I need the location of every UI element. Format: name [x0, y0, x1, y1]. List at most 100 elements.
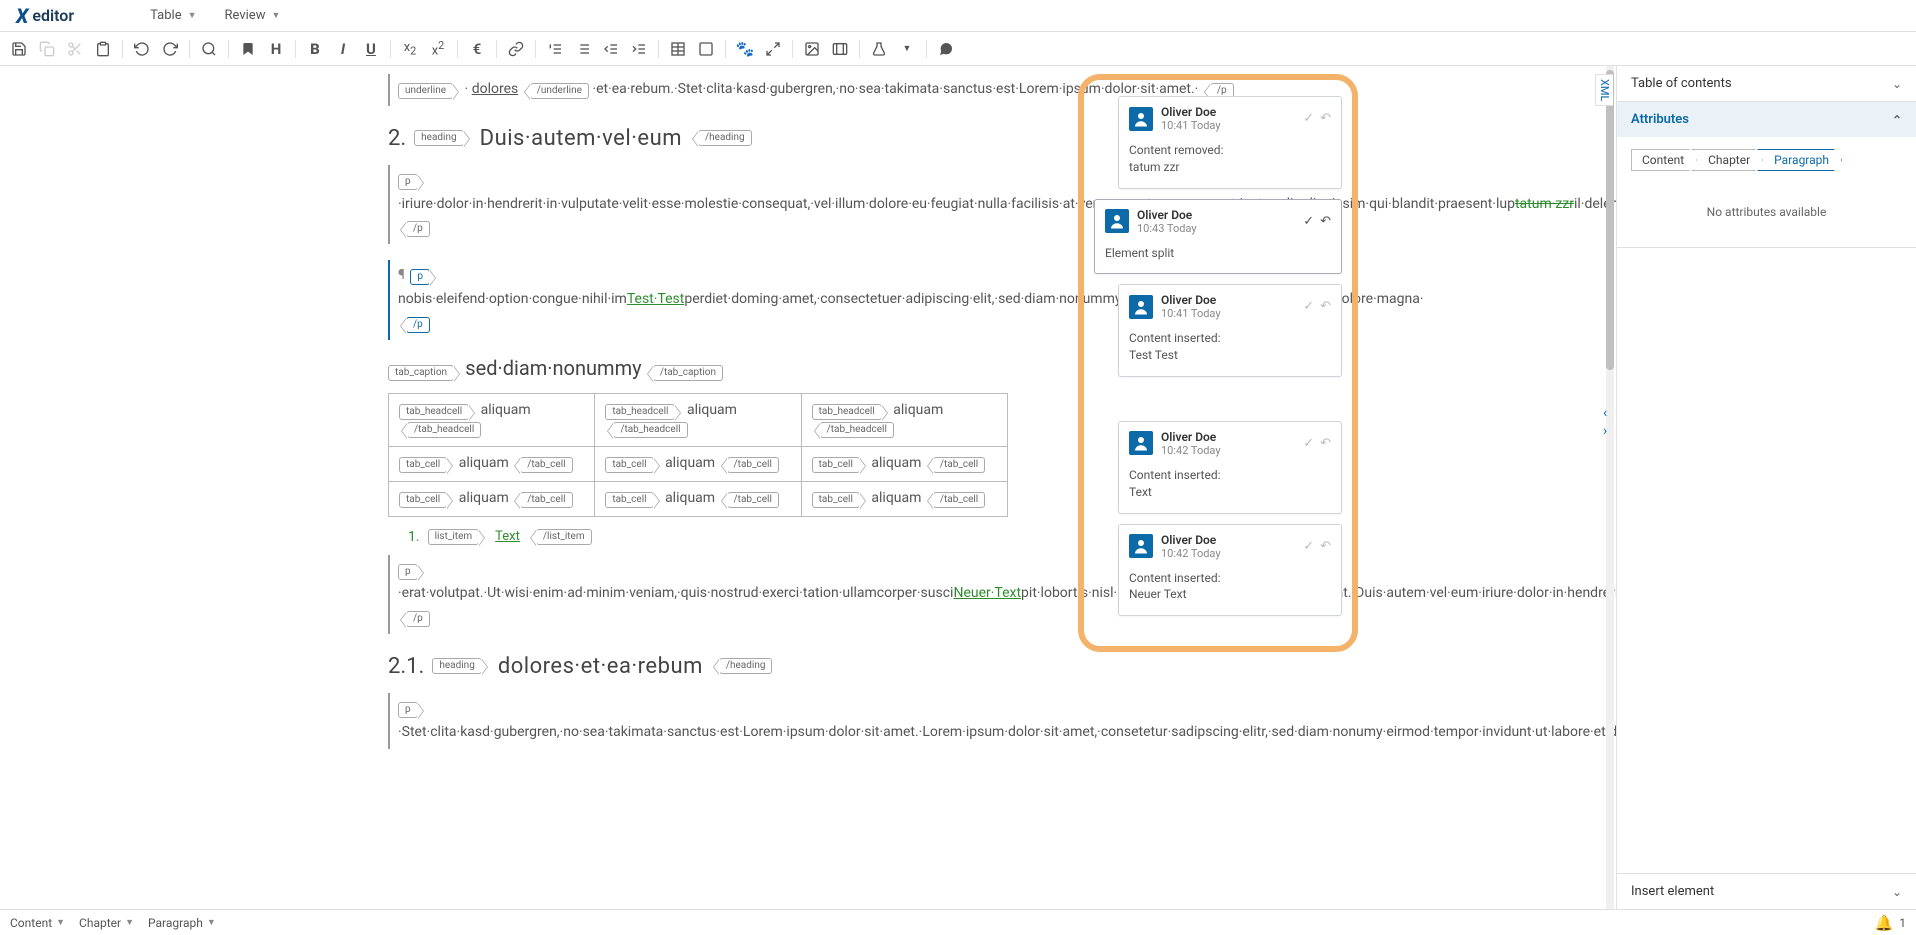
bookmark-icon[interactable]	[235, 36, 261, 62]
accept-icon[interactable]: ✓	[1303, 299, 1314, 314]
tag-heading-close[interactable]: /heading	[719, 658, 773, 674]
review-comment-card[interactable]: Oliver Doe10:43 Today✓↶Element split	[1094, 199, 1342, 275]
tag-p-close[interactable]: /p	[406, 317, 430, 333]
tag-p-open[interactable]: p	[410, 269, 430, 285]
tag-close[interactable]: /tab_cell	[727, 492, 779, 508]
tag-open[interactable]: tab_cell	[399, 457, 447, 473]
breadcrumb-paragraph[interactable]: Paragraph	[1757, 149, 1842, 171]
link-neuer-text[interactable]: Neuer·Text	[953, 585, 1021, 601]
subscript-icon[interactable]: x2	[397, 36, 423, 62]
outdent-icon[interactable]	[598, 36, 624, 62]
tag-p-close[interactable]: /p	[406, 611, 430, 627]
panel-insert-header[interactable]: Insert element ⌄	[1617, 874, 1916, 909]
revert-icon[interactable]: ↶	[1320, 111, 1331, 126]
tag-open[interactable]: tab_cell	[605, 457, 653, 473]
paw-icon[interactable]: 🐾	[732, 36, 758, 62]
table-headcell[interactable]: tab_headcell aliquam /tab_headcell	[595, 393, 801, 446]
tag-underline-open[interactable]: underline	[398, 83, 453, 99]
table-cell[interactable]: tab_cell aliquam /tab_cell	[389, 446, 595, 481]
link-icon[interactable]	[503, 36, 529, 62]
tag-p-open[interactable]: p	[398, 702, 418, 718]
tag-open[interactable]: tab_headcell	[605, 404, 675, 420]
accept-icon[interactable]: ✓	[1303, 539, 1314, 554]
flask-caret-icon[interactable]: ▼	[894, 36, 920, 62]
bold-icon[interactable]: B	[302, 36, 328, 62]
tag-tabcaption-open[interactable]: tab_caption	[388, 365, 454, 381]
tag-p-close[interactable]: /p	[406, 221, 430, 237]
status-breadcrumb-chapter[interactable]: Chapter▼	[79, 916, 134, 930]
table-cell[interactable]: tab_cell aliquam /tab_cell	[801, 481, 1007, 516]
tag-open[interactable]: tab_cell	[812, 457, 860, 473]
editor-column[interactable]: underline · dolores · /underline ·et·ea·…	[0, 66, 1616, 909]
panel-toc-header[interactable]: Table of contents ⌄	[1617, 66, 1916, 101]
superscript-icon[interactable]: x2	[425, 36, 451, 62]
comment-icon[interactable]	[933, 36, 959, 62]
tag-listitem-open[interactable]: list_item	[428, 529, 480, 545]
paragraph[interactable]: p ·Stet·clita·kasd·gubergren,·no·sea·tak…	[388, 693, 1368, 749]
image-icon[interactable]	[799, 36, 825, 62]
status-breadcrumb-content[interactable]: Content▼	[10, 916, 65, 930]
underline-icon[interactable]: U	[358, 36, 384, 62]
menu-table[interactable]: Table ▼	[144, 4, 202, 27]
tag-tabcaption-close[interactable]: /tab_caption	[653, 365, 723, 381]
italic-icon[interactable]: I	[330, 36, 356, 62]
content-table[interactable]: tab_headcell aliquam /tab_headcell tab_h…	[388, 393, 1008, 517]
table-icon[interactable]	[665, 36, 691, 62]
expand-icon[interactable]	[760, 36, 786, 62]
table-cell[interactable]: tab_cell aliquam /tab_cell	[801, 446, 1007, 481]
indent-icon[interactable]	[626, 36, 652, 62]
tag-open[interactable]: tab_headcell	[399, 404, 469, 420]
link-test-test[interactable]: Test·Test	[627, 291, 684, 307]
tag-close[interactable]: /tab_cell	[520, 457, 572, 473]
save-icon[interactable]	[6, 36, 32, 62]
tag-open[interactable]: tab_cell	[812, 492, 860, 508]
video-icon[interactable]	[827, 36, 853, 62]
tag-open[interactable]: tab_cell	[605, 492, 653, 508]
tag-heading-open[interactable]: heading	[414, 130, 463, 146]
tag-open[interactable]: tab_headcell	[812, 404, 882, 420]
tag-p-open[interactable]: p	[398, 174, 418, 190]
review-comment-card[interactable]: Oliver Doe10:42 Today✓↶Content inserted:…	[1118, 524, 1342, 617]
chevron-right-icon[interactable]: ›	[1603, 424, 1617, 438]
table-cell[interactable]: tab_cell aliquam /tab_cell	[595, 481, 801, 516]
accept-icon[interactable]: ✓	[1303, 214, 1314, 229]
euro-icon[interactable]: €	[464, 36, 490, 62]
bell-icon[interactable]: 🔔	[1875, 914, 1894, 932]
ordered-list-icon[interactable]	[542, 36, 568, 62]
tag-close[interactable]: /tab_headcell	[820, 422, 894, 438]
heading-icon[interactable]: H	[263, 36, 289, 62]
table-headcell[interactable]: tab_headcell aliquam /tab_headcell	[389, 393, 595, 446]
chevron-left-icon[interactable]: ‹	[1603, 406, 1617, 420]
tag-close[interactable]: /tab_cell	[933, 457, 985, 473]
table-headcell[interactable]: tab_headcell aliquam /tab_headcell	[801, 393, 1007, 446]
tag-close[interactable]: /tab_cell	[727, 457, 779, 473]
tag-open[interactable]: tab_cell	[399, 492, 447, 508]
review-comment-card[interactable]: Oliver Doe10:41 Today✓↶Content inserted:…	[1118, 284, 1342, 377]
tag-heading-open[interactable]: heading	[432, 658, 481, 674]
checkbox-icon[interactable]	[693, 36, 719, 62]
redo-icon[interactable]	[157, 36, 183, 62]
review-comment-card[interactable]: Oliver Doe10:41 Today✓↶Content removed:t…	[1118, 96, 1342, 189]
panel-attributes-header[interactable]: Attributes ⌃	[1617, 102, 1916, 137]
revert-icon[interactable]: ↶	[1320, 214, 1331, 229]
revert-icon[interactable]: ↶	[1320, 299, 1331, 314]
tag-close[interactable]: /tab_cell	[933, 492, 985, 508]
status-breadcrumb-paragraph[interactable]: Paragraph▼	[148, 916, 216, 930]
table-cell[interactable]: tab_cell aliquam /tab_cell	[595, 446, 801, 481]
tag-underline-close[interactable]: /underline	[530, 83, 589, 99]
link-text[interactable]: Text	[495, 529, 520, 544]
tag-close[interactable]: /tab_headcell	[613, 422, 687, 438]
review-comment-card[interactable]: Oliver Doe10:42 Today✓↶Content inserted:…	[1118, 421, 1342, 514]
accept-icon[interactable]: ✓	[1303, 111, 1314, 126]
scrollbar-thumb[interactable]	[1606, 70, 1614, 370]
flask-icon[interactable]	[866, 36, 892, 62]
heading-2-1[interactable]: 2.1. heading dolores·et·ea·rebum /headin…	[388, 654, 1368, 679]
breadcrumb-chapter[interactable]: Chapter	[1691, 149, 1763, 171]
revert-icon[interactable]: ↶	[1320, 539, 1331, 554]
tag-close[interactable]: /tab_cell	[520, 492, 572, 508]
table-cell[interactable]: tab_cell aliquam /tab_cell	[389, 481, 595, 516]
unordered-list-icon[interactable]	[570, 36, 596, 62]
tag-heading-close[interactable]: /heading	[698, 130, 752, 146]
undo-icon[interactable]	[129, 36, 155, 62]
menu-review[interactable]: Review ▼	[219, 4, 287, 27]
